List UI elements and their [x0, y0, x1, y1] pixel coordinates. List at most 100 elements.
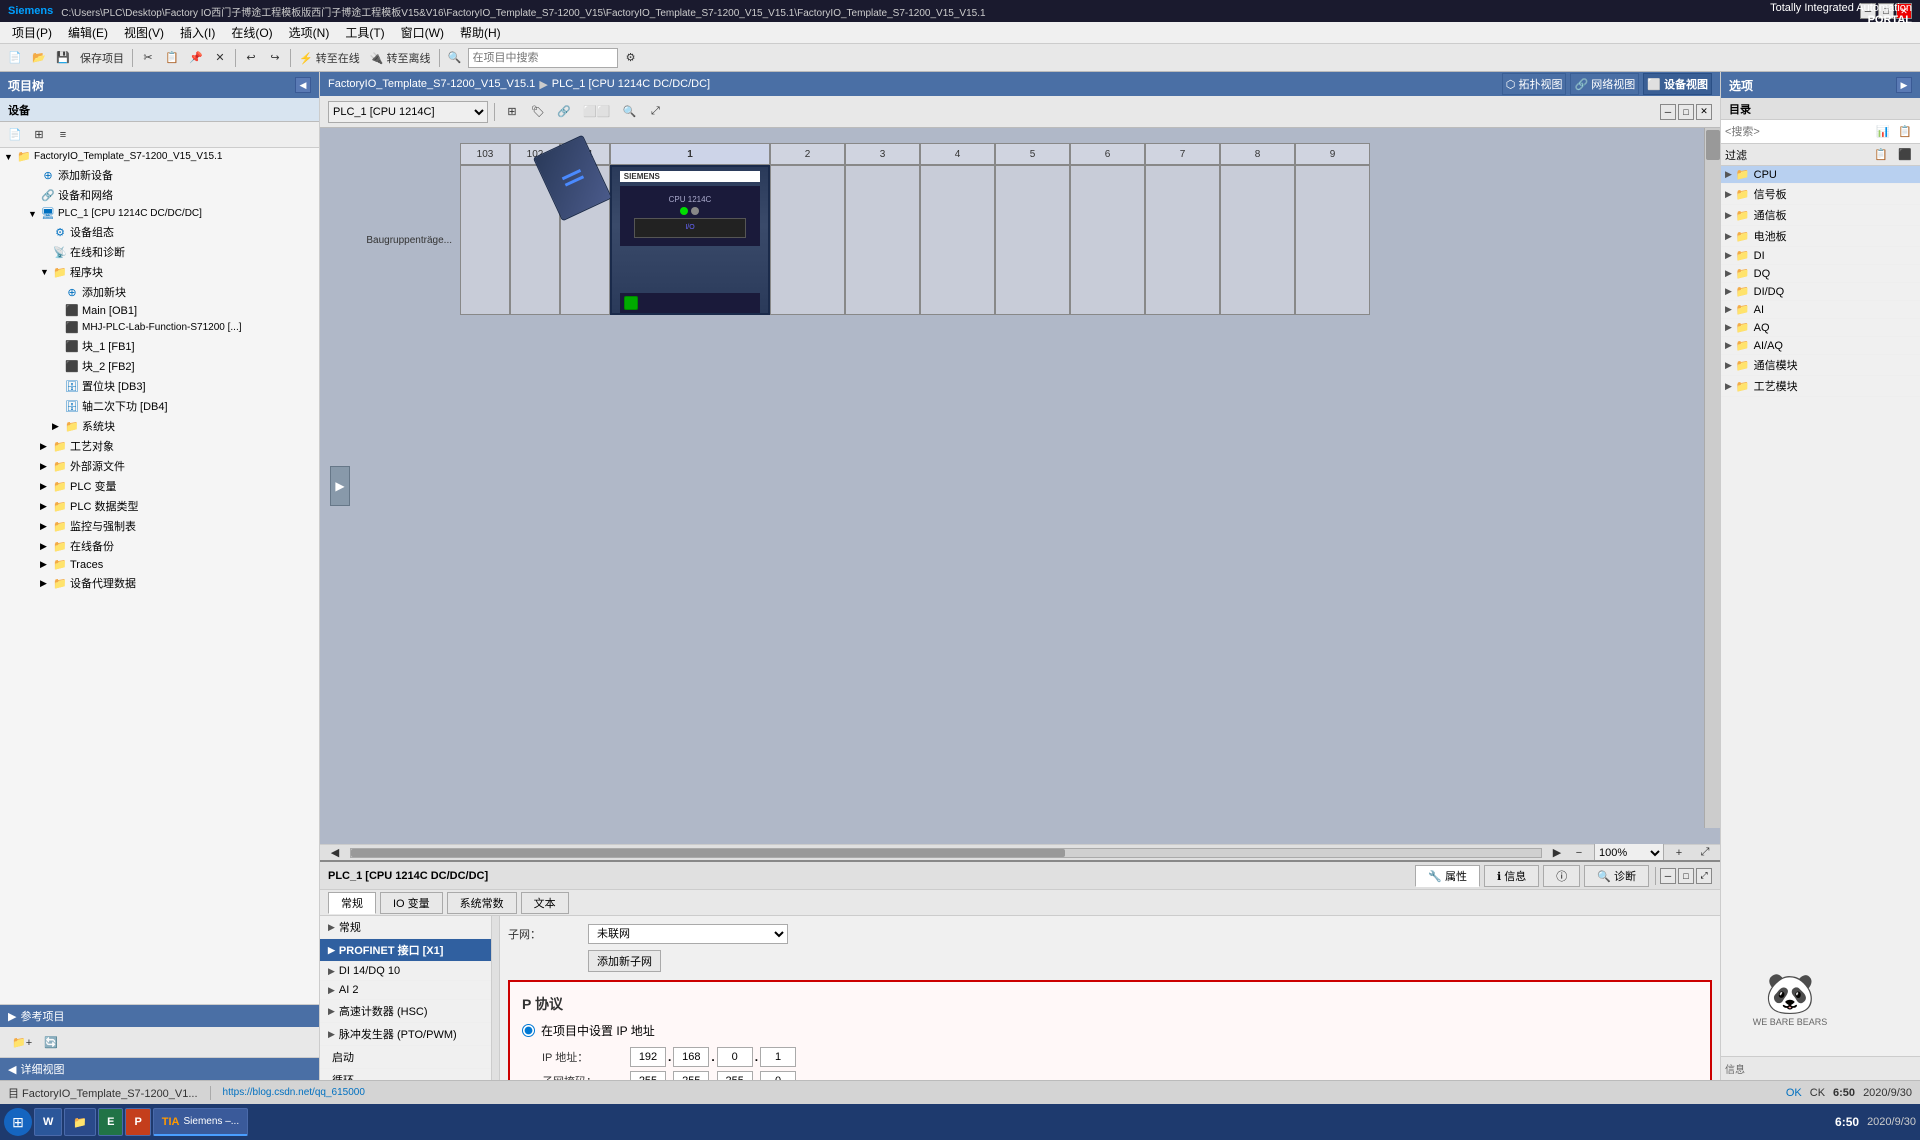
cell-6[interactable] [1070, 165, 1145, 315]
search-btn[interactable]: 🔍 [444, 47, 466, 69]
cell-3[interactable] [845, 165, 920, 315]
dv-conn-btn[interactable]: 🔗 [553, 101, 575, 123]
mask-octet-3[interactable] [717, 1071, 753, 1080]
menu-edit[interactable]: 编辑(E) [60, 24, 116, 41]
tree-online-diag[interactable]: 📡 在线和诊断 [0, 242, 319, 262]
cell-7[interactable] [1145, 165, 1220, 315]
catalog-aq[interactable]: ▶ 📁 AQ [1721, 319, 1920, 337]
taskbar-explorer[interactable]: 📁 [64, 1108, 96, 1136]
tree-device-proxy[interactable]: ▶ 📁 设备代理数据 [0, 573, 319, 593]
right-pin-btn[interactable]: ▶ [1896, 77, 1912, 93]
mask-octet-2[interactable] [673, 1071, 709, 1080]
tree-tech-objects[interactable]: ▶ 📁 工艺对象 [0, 436, 319, 456]
tree-system-blocks[interactable]: ▶ 📁 系统块 [0, 416, 319, 436]
prop-tab-info2[interactable]: ⓘ [1543, 865, 1580, 887]
nav-profinet[interactable]: ▶ PROFINET 接口 [X1] [320, 939, 491, 962]
catalog-dq[interactable]: ▶ 📁 DQ [1721, 265, 1920, 283]
catalog-battery-board[interactable]: ▶ 📁 电池板 [1721, 226, 1920, 247]
nav-general[interactable]: ▶ 常规 [320, 916, 491, 939]
dv-close-btn[interactable]: ✕ [1696, 104, 1712, 120]
catalog-search-input[interactable] [1725, 126, 1872, 138]
tree-plc-types[interactable]: ▶ 📁 PLC 数据类型 [0, 496, 319, 516]
tree-db4[interactable]: 🗄 轴二次下功 [DB4] [0, 396, 319, 416]
ip-octet-4[interactable] [760, 1047, 796, 1067]
undo-btn[interactable]: ↩ [240, 47, 262, 69]
tree-add-block[interactable]: ⊕ 添加新块 [0, 282, 319, 302]
paste-btn[interactable]: 📌 [185, 47, 207, 69]
nav-ai[interactable]: ▶ AI 2 [320, 981, 491, 1000]
menu-options[interactable]: 选项(N) [281, 24, 338, 41]
dv-tag-btn[interactable]: 🏷 [527, 101, 549, 123]
menu-tools[interactable]: 工具(T) [337, 24, 392, 41]
catalog-cpu[interactable]: ▶ 📁 CPU [1721, 166, 1920, 184]
cell-8[interactable] [1220, 165, 1295, 315]
tree-grid-btn[interactable]: ⊞ [28, 124, 50, 146]
taskbar-powerpoint[interactable]: P [125, 1108, 150, 1136]
menu-view[interactable]: 视图(V) [116, 24, 172, 41]
cut-btn[interactable]: ✂ [137, 47, 159, 69]
add-subnet-btn[interactable]: 添加新子网 [588, 950, 661, 972]
tree-fb2[interactable]: ⬛ 块_2 [FB2] [0, 356, 319, 376]
menu-help[interactable]: 帮助(H) [452, 24, 509, 41]
ip-octet-3[interactable] [717, 1047, 753, 1067]
device-selector[interactable]: PLC_1 [CPU 1214C] [328, 101, 488, 123]
prop-tab-properties[interactable]: 🔧 属性 [1415, 865, 1480, 887]
dv-grid-btn[interactable]: ⊞ [501, 101, 523, 123]
taskbar-excel[interactable]: E [98, 1108, 123, 1136]
open-btn[interactable]: 📂 [28, 47, 50, 69]
cell-103[interactable] [460, 165, 510, 315]
prop-tab-diag[interactable]: 🔍 诊断 [1584, 865, 1649, 887]
topo-view-btn[interactable]: ⬡ 拓扑视图 [1502, 73, 1567, 95]
h-scrollbar-track[interactable] [350, 848, 1542, 858]
menu-online[interactable]: 在线(O) [223, 24, 280, 41]
ip-set-radio[interactable] [522, 1024, 535, 1037]
tree-monitor[interactable]: ▶ 📁 监控与强制表 [0, 516, 319, 536]
dv-restore-btn[interactable]: □ [1678, 104, 1694, 120]
delete-btn[interactable]: ✕ [209, 47, 231, 69]
tree-mhj-func[interactable]: ⬛ MHJ-PLC-Lab-Function-S71200 [...] [0, 319, 319, 336]
nav-hsc[interactable]: ▶ 高速计数器 (HSC) [320, 1000, 491, 1023]
tree-plc1[interactable]: ▼ 🖥 PLC_1 [CPU 1214C DC/DC/DC] [0, 205, 319, 222]
catalog-chart-btn[interactable]: 📊 [1872, 121, 1894, 143]
catalog-list-btn[interactable]: 📋 [1894, 121, 1916, 143]
save-project-btn[interactable]: 💾 [52, 47, 74, 69]
dv-layout-btn[interactable]: ⬜⬜ [579, 101, 614, 123]
menu-insert[interactable]: 插入(I) [172, 24, 223, 41]
tree-device-config[interactable]: ⚙ 设备组态 [0, 222, 319, 242]
catalog-ai[interactable]: ▶ 📁 AI [1721, 301, 1920, 319]
network-view-btn[interactable]: 🔗 网络视图 [1570, 73, 1639, 95]
redo-btn[interactable]: ↪ [264, 47, 286, 69]
menu-project[interactable]: 项目(P) [4, 24, 60, 41]
prop-tab-info[interactable]: ℹ 信息 [1484, 865, 1539, 887]
subnet-select[interactable]: 未联网 [588, 924, 788, 944]
dv-zoom-btn[interactable]: 🔍 [618, 101, 640, 123]
h-scrollbar-thumb[interactable] [351, 849, 1065, 857]
tab-text[interactable]: 文本 [521, 892, 569, 914]
mask-octet-4[interactable] [760, 1071, 796, 1080]
tree-plc-vars[interactable]: ▶ 📁 PLC 变量 [0, 476, 319, 496]
tree-devices-network[interactable]: 🔗 设备和网络 [0, 185, 319, 205]
cell-5[interactable] [995, 165, 1070, 315]
taskbar-tia[interactable]: TIA Siemens –... [153, 1108, 248, 1136]
catalog-comm-board[interactable]: ▶ 📁 通信板 [1721, 205, 1920, 226]
nav-cycle[interactable]: 循环 [320, 1069, 491, 1080]
catalog-di-dq[interactable]: ▶ 📁 DI/DQ [1721, 283, 1920, 301]
tree-traces[interactable]: ▶ 📁 Traces [0, 556, 319, 573]
catalog-signal-board[interactable]: ▶ 📁 信号板 [1721, 184, 1920, 205]
tree-collapse-btn[interactable]: ◀ [295, 77, 311, 93]
catalog-tech-module[interactable]: ▶ 📁 工艺模块 [1721, 376, 1920, 397]
detail-view-header[interactable]: ◀ 详细视图 [0, 1058, 319, 1080]
tree-main-ob1[interactable]: ⬛ Main [OB1] [0, 302, 319, 319]
tab-general[interactable]: 常规 [328, 892, 376, 914]
catalog-comm-module[interactable]: ▶ 📁 通信模块 [1721, 355, 1920, 376]
go-offline-btn[interactable]: 🔌 转至离线 [366, 47, 435, 69]
ip-octet-1[interactable] [630, 1047, 666, 1067]
filter-btn1[interactable]: 📋 [1870, 144, 1892, 166]
dv-min-btn[interactable]: ─ [1660, 104, 1676, 120]
copy-btn[interactable]: 📋 [161, 47, 183, 69]
tab-io-vars[interactable]: IO 变量 [380, 892, 443, 914]
nav-pto[interactable]: ▶ 脉冲发生器 (PTO/PWM) [320, 1023, 491, 1046]
nav-di-dq[interactable]: ▶ DI 14/DQ 10 [320, 962, 491, 981]
cell-4[interactable] [920, 165, 995, 315]
tree-fb1[interactable]: ⬛ 块_1 [FB1] [0, 336, 319, 356]
